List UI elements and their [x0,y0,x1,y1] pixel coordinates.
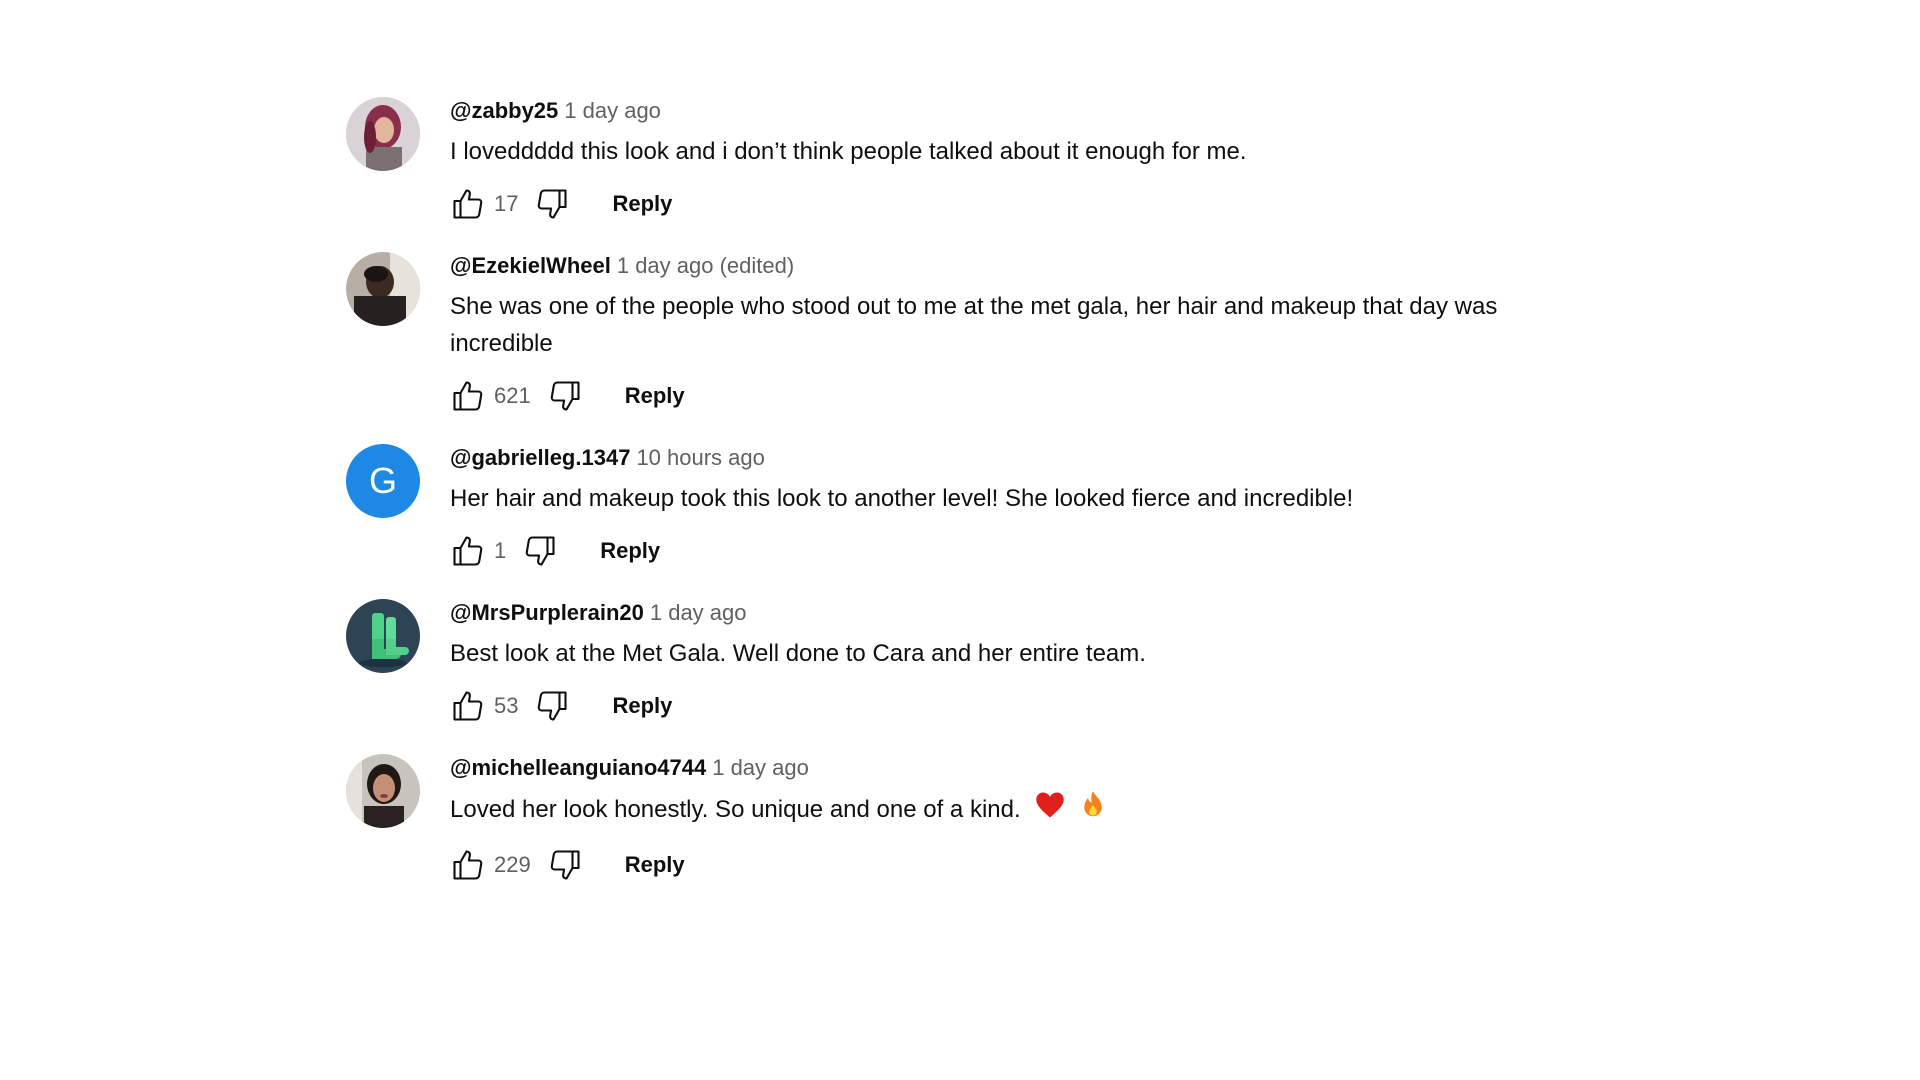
comment-actions: 229 Reply [446,843,1646,887]
comment-text-content: Loved her look honestly. So unique and o… [450,795,1021,823]
dislike-button[interactable] [530,182,574,226]
thumbs-down-icon [550,850,580,880]
dislike-button[interactable] [530,684,574,728]
like-button[interactable] [446,684,490,728]
comment-body: @zabby25 1 day ago I loveddddd this look … [450,97,1646,226]
comment-item: G @gabrielleg.1347 10 hours ago Her hair … [346,444,1646,573]
comment-header: @gabrielleg.1347 10 hours ago [450,444,1646,472]
thumbs-down-icon [538,189,568,219]
avatar[interactable] [346,599,420,673]
like-button[interactable] [446,182,490,226]
dislike-button[interactable] [518,529,562,573]
thumbs-up-icon [453,536,483,566]
dislike-button[interactable] [543,374,587,418]
reply-button[interactable]: Reply [600,538,660,564]
comment-header: @zabby25 1 day ago [450,97,1646,125]
like-count: 229 [494,852,531,877]
like-button[interactable] [446,843,490,887]
thumbs-up-icon [453,691,483,721]
thumbs-up-icon [453,381,483,411]
comment-time[interactable]: 1 day ago [650,600,747,625]
fire-emoji [1080,790,1106,831]
reply-button[interactable]: Reply [625,383,685,409]
comment-author[interactable]: @gabrielleg.1347 [450,445,630,470]
comments-list: @zabby25 1 day ago I loveddddd this look … [346,97,1646,913]
comment-text: Best look at the Met Gala. Well done to … [450,640,1146,667]
like-count: 621 [494,383,531,408]
comment-item: @michelleanguiano4744 1 day ago Loved her… [346,754,1646,887]
like-button[interactable] [446,529,490,573]
avatar[interactable] [346,754,420,828]
thumbs-down-icon [550,381,580,411]
comment-item: @EzekielWheel 1 day ago (edited) She was … [346,252,1646,418]
comment-item: @zabby25 1 day ago I loveddddd this look … [346,97,1646,226]
heart-emoji [1035,791,1065,830]
comment-time[interactable]: 1 day ago (edited) [617,253,794,278]
comment-author[interactable]: @MrsPurplerain20 [450,600,644,625]
comment-text: I loveddddd this look and i don’t think … [450,138,1247,165]
thumbs-down-icon [525,536,555,566]
comment-actions: 17 Reply [446,182,1646,226]
avatar[interactable] [346,97,420,171]
comment-author[interactable]: @zabby25 [450,98,558,123]
comment-text: Her hair and makeup took this look to an… [450,485,1354,512]
comment-time[interactable]: 1 day ago [564,98,661,123]
comment-item: @MrsPurplerain20 1 day ago Best look at t… [346,599,1646,728]
comment-actions: 621 Reply [446,374,1646,418]
comment-time[interactable]: 1 day ago [712,755,809,780]
comment-header: @MrsPurplerain20 1 day ago [450,599,1646,627]
comment-header: @EzekielWheel 1 day ago (edited) [450,252,1646,280]
thumbs-down-icon [538,691,568,721]
comment-time[interactable]: 10 hours ago [636,445,764,470]
reply-button[interactable]: Reply [612,693,672,719]
comment-text: She was one of the people who stood out … [450,293,1498,357]
comment-text: Loved her look honestly. So unique and o… [450,790,1590,831]
avatar[interactable] [346,252,420,326]
avatar-letter: G [368,460,397,501]
avatar[interactable]: G [346,444,420,518]
like-count: 17 [494,191,519,216]
like-button[interactable] [446,374,490,418]
comment-body: @EzekielWheel 1 day ago (edited) She was … [450,252,1646,418]
comment-author[interactable]: @michelleanguiano4744 [450,755,706,780]
thumbs-up-icon [453,189,483,219]
reply-button[interactable]: Reply [612,191,672,217]
comment-body: @michelleanguiano4744 1 day ago Loved her… [450,754,1646,887]
comment-body: @gabrielleg.1347 10 hours ago Her hair an… [450,444,1646,573]
dislike-button[interactable] [543,843,587,887]
comment-header: @michelleanguiano4744 1 day ago [450,754,1646,782]
comment-author[interactable]: @EzekielWheel [450,253,611,278]
reply-button[interactable]: Reply [625,852,685,878]
like-count: 53 [494,693,519,718]
comment-body: @MrsPurplerain20 1 day ago Best look at t… [450,599,1646,728]
like-count: 1 [494,538,507,563]
thumbs-up-icon [453,850,483,880]
comment-actions: 1 Reply [446,529,1646,573]
comment-actions: 53 Reply [446,684,1646,728]
